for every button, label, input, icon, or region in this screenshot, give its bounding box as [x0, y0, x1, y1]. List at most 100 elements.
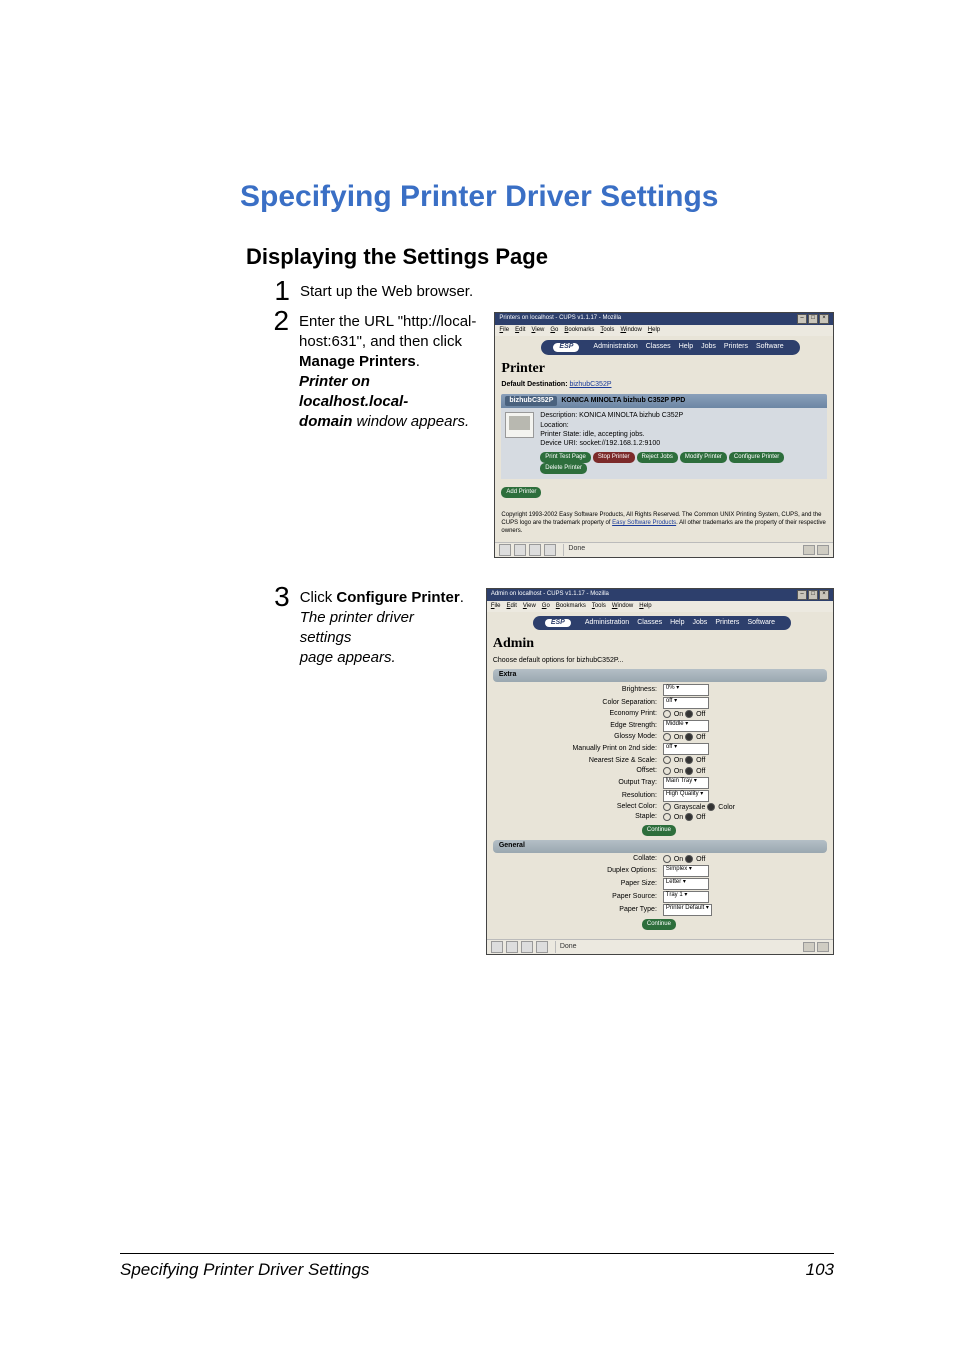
option-value: Grayscale Color	[663, 803, 827, 812]
menu-item[interactable]: Edit	[515, 327, 525, 333]
printer-action-button[interactable]: Stop Printer	[593, 452, 635, 463]
window-buttons: –□×	[796, 314, 829, 324]
option-select[interactable]: High Quality ▾	[663, 790, 709, 802]
menu-item[interactable]: View	[523, 603, 536, 609]
menu-item[interactable]: Go	[542, 603, 550, 609]
option-value: Simplex ▾	[663, 865, 827, 877]
menu-item[interactable]: Edit	[507, 603, 517, 609]
status-text: Done	[560, 943, 577, 951]
radio-off[interactable]	[707, 803, 715, 811]
option-select[interactable]: off ▾	[663, 743, 709, 755]
radio-off[interactable]	[685, 767, 693, 775]
default-destination-link[interactable]: bizhubC352P	[569, 381, 611, 388]
add-printer-button[interactable]: Add Printer	[501, 487, 541, 498]
printer-button-bar: Print Test PageStop PrinterReject JobsMo…	[540, 452, 823, 474]
menu-item[interactable]: Window	[612, 603, 633, 609]
radio-on[interactable]	[663, 767, 671, 775]
radio-on[interactable]	[663, 803, 671, 811]
nav-tab[interactable]: Administration	[593, 343, 637, 350]
option-value: off ▾	[663, 743, 827, 755]
radio-off[interactable]	[685, 855, 693, 863]
step-number: 3	[264, 585, 290, 609]
printer-action-button[interactable]: Configure Printer	[729, 452, 784, 463]
option-select[interactable]: Letter ▾	[663, 878, 709, 890]
continue-button[interactable]: Continue	[642, 919, 676, 930]
radio-on[interactable]	[663, 710, 671, 718]
menu-item[interactable]: Help	[648, 327, 660, 333]
option-label: Duplex Options:	[493, 867, 663, 875]
status-icon	[544, 544, 556, 556]
radio-on[interactable]	[663, 813, 671, 821]
window-titlebar: Admin on localhost - CUPS v1.1.17 - Mozi…	[487, 589, 833, 601]
option-row: Edge Strength:Middle ▾	[493, 720, 827, 732]
radio-off[interactable]	[685, 733, 693, 741]
radio-on[interactable]	[663, 855, 671, 863]
radio-on[interactable]	[663, 756, 671, 764]
nav-tab[interactable]: Jobs	[693, 619, 708, 626]
menu-item[interactable]: Bookmarks	[564, 327, 594, 333]
copyright: Copyright 1993-2002 Easy Software Produc…	[501, 512, 827, 535]
menu-item[interactable]: File	[499, 327, 509, 333]
radio-off[interactable]	[685, 756, 693, 764]
status-icon	[499, 544, 511, 556]
menu-item[interactable]: Tools	[592, 603, 606, 609]
section-title: Displaying the Settings Page	[246, 244, 834, 270]
nav-tab[interactable]: Jobs	[701, 343, 716, 350]
continue-button[interactable]: Continue	[642, 825, 676, 836]
nav-tab[interactable]: Administration	[585, 619, 629, 626]
option-select[interactable]: 0% ▾	[663, 684, 709, 696]
option-select[interactable]: Tray 1 ▾	[663, 891, 709, 903]
footer-title: Specifying Printer Driver Settings	[120, 1260, 369, 1280]
menu-item[interactable]: Window	[620, 327, 641, 333]
step-text: Start up the Web browser.	[300, 282, 473, 302]
nav-tab[interactable]: Software	[747, 619, 775, 626]
nav-tab[interactable]: Classes	[646, 343, 671, 350]
option-value: Printer Default ▾	[663, 904, 827, 916]
menu-item[interactable]: Go	[550, 327, 558, 333]
browser-menubar: File Edit View Go Bookmarks Tools Window Help	[495, 325, 833, 336]
menu-item[interactable]: Tools	[600, 327, 614, 333]
option-select[interactable]: Simplex ▾	[663, 865, 709, 877]
browser-statusbar: Done	[487, 939, 833, 954]
step-number: 2	[264, 309, 289, 333]
printer-action-button[interactable]: Delete Printer	[540, 463, 587, 474]
printer-action-button[interactable]: Modify Printer	[680, 452, 727, 463]
option-select[interactable]: off ▾	[663, 697, 709, 709]
nav-tab[interactable]: Printers	[724, 343, 748, 350]
cups-navbar: ESP Administration Classes Help Jobs Printer…	[541, 340, 799, 354]
screenshot-printer-page: Printers on localhost - CUPS v1.1.17 - M…	[494, 312, 834, 558]
radio-off[interactable]	[685, 710, 693, 718]
menu-item[interactable]: File	[491, 603, 501, 609]
menu-item[interactable]: Help	[639, 603, 651, 609]
option-value: 0% ▾	[663, 684, 827, 696]
nav-tab[interactable]: Help	[679, 343, 693, 350]
option-label: Brightness:	[493, 686, 663, 694]
printer-location: Location:	[540, 422, 823, 430]
page-footer: Specifying Printer Driver Settings 103	[120, 1253, 834, 1280]
printer-name-link[interactable]: bizhubC352P	[505, 396, 557, 406]
cups-navbar: ESP AdministrationClassesHelpJobsPrinter…	[533, 616, 791, 630]
option-select[interactable]: Printer Default ▾	[663, 904, 712, 916]
status-icon	[536, 941, 548, 953]
esp-logo: ESP	[553, 343, 579, 351]
menu-item[interactable]: View	[531, 327, 544, 333]
nav-tab[interactable]: Printers	[715, 619, 739, 626]
option-value: Middle ▾	[663, 720, 827, 732]
option-value: Main Tray ▾	[663, 777, 827, 789]
page-number: 103	[806, 1260, 834, 1280]
nav-tab[interactable]: Classes	[637, 619, 662, 626]
status-icon	[514, 544, 526, 556]
window-title: Admin on localhost - CUPS v1.1.17 - Mozi…	[491, 591, 609, 598]
option-row: Paper Size:Letter ▾	[493, 878, 827, 890]
radio-off[interactable]	[685, 813, 693, 821]
nav-tab[interactable]: Help	[670, 619, 684, 626]
window-titlebar: Printers on localhost - CUPS v1.1.17 - M…	[495, 313, 833, 325]
esp-link[interactable]: Easy Software Products	[612, 520, 676, 526]
option-select[interactable]: Middle ▾	[663, 720, 709, 732]
menu-item[interactable]: Bookmarks	[556, 603, 586, 609]
nav-tab[interactable]: Software	[756, 343, 784, 350]
printer-action-button[interactable]: Print Test Page	[540, 452, 591, 463]
option-select[interactable]: Main Tray ▾	[663, 777, 709, 789]
radio-on[interactable]	[663, 733, 671, 741]
printer-action-button[interactable]: Reject Jobs	[637, 452, 678, 463]
